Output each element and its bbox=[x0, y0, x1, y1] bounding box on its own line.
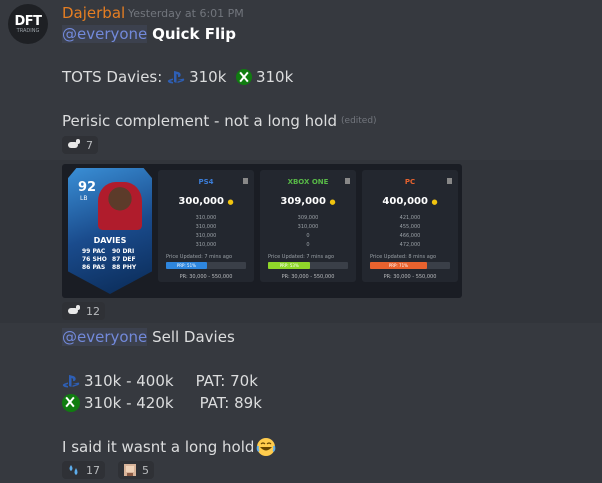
reaction-count: 17 bbox=[86, 463, 100, 477]
other-price: 455,000 bbox=[399, 224, 421, 230]
price-updated: Price Updated: 7 mins ago bbox=[268, 254, 335, 260]
player-stats-right: 90 DRI 87 DEF 88 PHY bbox=[112, 248, 136, 272]
calculator-icon bbox=[243, 178, 248, 184]
price-value: 309,000 bbox=[280, 196, 326, 207]
player-name: DAVIES bbox=[93, 236, 127, 245]
face-emoji-icon bbox=[124, 464, 136, 476]
edited-tag: (edited) bbox=[341, 116, 377, 126]
other-price: 310,000 bbox=[297, 224, 319, 230]
player-stats-left: 99 PAC 76 SHO 86 PAS bbox=[82, 248, 107, 272]
avatar-subtext: TRADING bbox=[16, 27, 40, 34]
message-line-note: Perisic complement - not a long hold (ed… bbox=[62, 112, 377, 130]
other-price: 0 bbox=[306, 233, 310, 239]
footer-text: I said it wasnt a long hold bbox=[62, 438, 255, 456]
goat-icon bbox=[67, 139, 81, 151]
mention[interactable]: @everyone bbox=[62, 328, 148, 346]
calculator-icon bbox=[345, 178, 350, 184]
tots-label: TOTS Davies: bbox=[62, 68, 163, 86]
stat: 90 DRI bbox=[112, 248, 135, 255]
goat-icon bbox=[67, 305, 81, 317]
xbox-icon bbox=[235, 69, 252, 85]
avatar[interactable]: DFT TRADING bbox=[8, 4, 48, 44]
other-price: 310,000 bbox=[195, 233, 217, 239]
reaction-count: 7 bbox=[86, 138, 93, 152]
xbox-icon bbox=[62, 394, 80, 412]
stat: 86 PAS bbox=[82, 264, 106, 271]
message-line-1: @everyone Quick Flip bbox=[62, 25, 236, 43]
sell-line-ps: 310k - 400k PAT: 70k bbox=[62, 372, 258, 390]
sweat-drops-icon bbox=[69, 465, 78, 475]
lowest-price: 309,000 ● bbox=[280, 196, 336, 207]
sell-footer: I said it wasnt a long hold bbox=[62, 437, 276, 457]
price-value: 400,000 bbox=[382, 196, 428, 207]
price-updated: Price Updated: 7 mins ago bbox=[166, 254, 233, 260]
player-position: LB bbox=[80, 195, 88, 202]
stat: 88 PHY bbox=[112, 264, 137, 271]
ps-pat: PAT: 70k bbox=[195, 372, 258, 390]
prp-fill: PRP: 51% bbox=[166, 262, 207, 269]
sell-text: Sell Davies bbox=[152, 328, 235, 346]
other-price: 472,000 bbox=[399, 242, 421, 248]
player-photo bbox=[98, 182, 142, 230]
other-price: 421,000 bbox=[399, 215, 421, 221]
mention[interactable]: @everyone bbox=[62, 25, 148, 43]
prp-fill: PRP: 53% bbox=[268, 262, 311, 269]
prp-bar: PRP: 71% bbox=[370, 262, 450, 269]
reaction-count: 12 bbox=[86, 304, 100, 318]
username[interactable]: Dajerbal bbox=[62, 4, 125, 22]
attachment-image[interactable]: 92 LB DAVIES 99 PAC 76 SHO 86 PAS 90 DRI… bbox=[62, 164, 462, 298]
playstation-icon bbox=[167, 71, 185, 84]
reaction-goat[interactable]: 7 bbox=[62, 136, 98, 154]
sell-line-1: @everyone Sell Davies bbox=[62, 328, 235, 346]
prp-bar: PRP: 53% bbox=[268, 262, 348, 269]
other-price: 309,000 bbox=[297, 215, 319, 221]
lowest-price: 300,000 ● bbox=[178, 196, 234, 207]
lowest-price: 400,000 ● bbox=[382, 196, 438, 207]
reaction-count: 5 bbox=[142, 463, 149, 477]
platform-name: PS4 bbox=[198, 178, 214, 186]
ps-price: 310k bbox=[189, 68, 227, 86]
other-price: 0 bbox=[306, 242, 310, 248]
prp-fill: PRP: 71% bbox=[370, 262, 427, 269]
calculator-icon bbox=[447, 178, 452, 184]
price-box-pc: PC 400,000 ● 421,000 455,000 466,000 472… bbox=[362, 170, 458, 282]
other-price: 310,000 bbox=[195, 215, 217, 221]
stat: 87 DEF bbox=[112, 256, 136, 263]
note-text: Perisic complement - not a long hold bbox=[62, 112, 338, 130]
price-range: PR: 30,000 - 550,000 bbox=[281, 274, 335, 280]
other-price: 310,000 bbox=[195, 242, 217, 248]
avatar-text: DFT bbox=[14, 13, 42, 29]
playstation-icon bbox=[62, 375, 80, 388]
xbox-range: 310k - 420k bbox=[84, 394, 174, 412]
price-box-xbox: XBOX ONE 309,000 ● 309,000 310,000 0 0 P… bbox=[260, 170, 356, 282]
message-line-prices: TOTS Davies: 310k 310k bbox=[62, 68, 293, 86]
price-value: 300,000 bbox=[178, 196, 224, 207]
xbox-price: 310k bbox=[255, 68, 294, 86]
platform-name: PC bbox=[404, 178, 416, 186]
xbox-pat: PAT: 89k bbox=[199, 394, 262, 412]
stat: 99 PAC bbox=[82, 248, 106, 255]
message-title: Quick Flip bbox=[152, 25, 237, 43]
reaction-sweat[interactable]: 17 bbox=[62, 461, 105, 479]
timestamp: Yesterday at 6:01 PM bbox=[128, 7, 244, 20]
other-price: 466,000 bbox=[399, 233, 421, 239]
stat: 76 SHO bbox=[82, 256, 107, 263]
platform-name: XBOX ONE bbox=[287, 178, 329, 186]
price-box-ps4: PS4 300,000 ● 310,000 310,000 310,000 31… bbox=[158, 170, 254, 282]
player-card: 92 LB DAVIES 99 PAC 76 SHO 86 PAS 90 DRI… bbox=[68, 168, 152, 294]
prp-bar: PRP: 51% bbox=[166, 262, 246, 269]
price-range: PR: 30,000 - 550,000 bbox=[383, 274, 437, 280]
ps-range: 310k - 400k bbox=[84, 372, 174, 390]
sell-line-xbox: 310k - 420k PAT: 89k bbox=[62, 394, 262, 412]
price-range: PR: 30,000 - 550,000 bbox=[179, 274, 233, 280]
reaction-custom[interactable]: 5 bbox=[118, 461, 154, 479]
reaction-goat[interactable]: 12 bbox=[62, 302, 105, 320]
joy-emoji-icon bbox=[257, 438, 276, 456]
other-price: 310,000 bbox=[195, 224, 217, 230]
price-updated: Price Updated: 8 mins ago bbox=[370, 254, 437, 260]
player-rating: 92 bbox=[78, 180, 97, 195]
